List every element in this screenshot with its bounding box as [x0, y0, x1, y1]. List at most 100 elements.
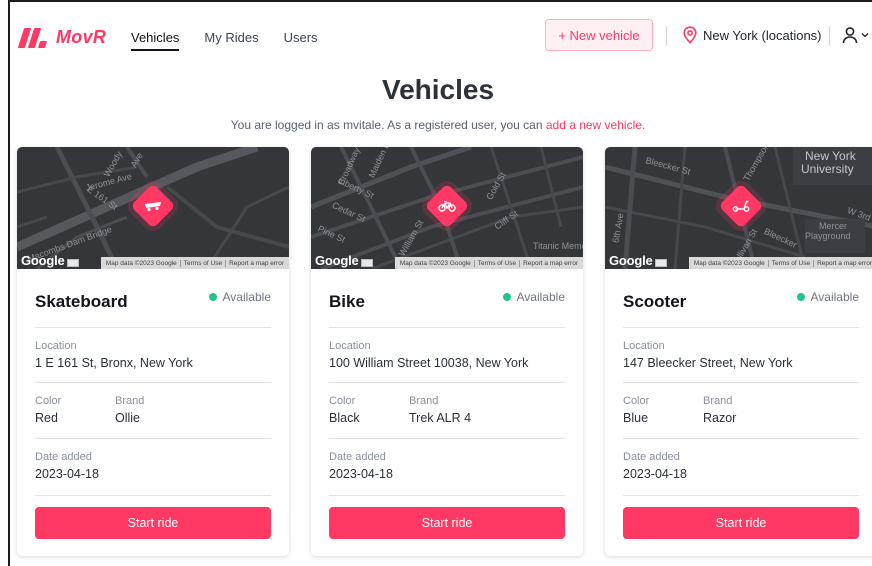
vehicle-type: Bike — [329, 292, 365, 311]
status-text: Available — [222, 290, 271, 304]
date-section: Date added 2023-04-18 — [329, 438, 565, 495]
user-icon — [842, 27, 858, 44]
status-badge: Available — [502, 290, 565, 304]
nav-vehicles[interactable]: Vehicles — [131, 30, 180, 51]
map-place-label: University — [801, 162, 854, 176]
status-dot-icon — [502, 293, 511, 301]
add-vehicle-link[interactable]: add a new vehicle. — [546, 118, 645, 132]
report-map-error-link[interactable]: Report a map error — [225, 259, 287, 267]
bicycle-icon — [438, 200, 456, 212]
skateboard-icon — [145, 202, 161, 212]
location-label: Location — [329, 340, 371, 352]
new-vehicle-button[interactable]: + New vehicle — [545, 19, 653, 51]
vehicle-card: Bleecker St Thompson New York University… — [605, 147, 872, 556]
color-label: Color — [329, 395, 356, 407]
map-data-text: Map data ©2023 Google — [105, 259, 177, 267]
date-added-value: 2023-04-18 — [329, 467, 393, 481]
page-title: Vehicles — [381, 74, 495, 105]
card-body: Scooter Available Location 147 Bleecker … — [623, 269, 859, 508]
vehicle-map[interactable]: Broadway Maiden Ln Liberty St Cedar St P… — [311, 147, 583, 269]
terms-of-use-link[interactable]: Terms of Use — [473, 259, 519, 267]
movr-logo-mark-icon — [17, 27, 48, 48]
user-menu[interactable] — [842, 26, 869, 44]
map-attribution: Map data ©2023 Google Terms of Use Repor… — [100, 257, 289, 269]
start-ride-button[interactable]: Start ride — [623, 507, 859, 539]
location-value: 1 E 161 St, Bronx, New York — [35, 356, 193, 370]
location-label: New York (locations) — [703, 27, 822, 43]
map-data-text: Map data ©2023 Google — [693, 259, 765, 267]
location-selector[interactable]: New York (locations) — [682, 26, 822, 44]
header-divider — [829, 26, 830, 46]
map-pin-icon — [683, 26, 697, 44]
brand-label: Brand — [115, 395, 145, 407]
main-nav: Vehicles My Rides Users — [131, 30, 318, 51]
location-value: 100 William Street 10038, New York — [329, 356, 529, 370]
status-badge: Available — [796, 290, 859, 304]
top-nav-bar: MovR Vehicles My Rides Users + New vehic… — [10, 2, 872, 72]
brand-label: Brand — [703, 395, 733, 407]
map-place-label: Mercer — [819, 221, 848, 231]
attributes-section: Color Red Brand Ollie — [35, 382, 271, 438]
brand-value: Trek ALR 4 — [409, 411, 472, 425]
date-section: Date added 2023-04-18 — [35, 438, 271, 495]
map-street-label: Titanic Memorial P — [533, 241, 583, 251]
location-section: Location 1 E 161 St, Bronx, New York — [35, 327, 271, 382]
date-added-label: Date added — [35, 451, 92, 463]
page-subtitle: You are logged in as mvitale. As a regis… — [10, 118, 872, 132]
card-body: Bike Available Location 100 William Stre… — [329, 269, 565, 508]
vehicle-type: Scooter — [623, 292, 687, 311]
google-logo: Google — [315, 253, 359, 268]
color-label: Color — [35, 395, 62, 407]
date-added-label: Date added — [329, 451, 386, 463]
brand-label: Brand — [409, 395, 439, 407]
location-label: Location — [623, 340, 665, 352]
keyboard-shortcuts-icon[interactable] — [655, 259, 667, 267]
scooter-icon — [732, 200, 750, 212]
card-body: Skateboard Available Location 1 E 161 St… — [35, 269, 271, 508]
status-text: Available — [516, 290, 565, 304]
start-ride-button[interactable]: Start ride — [35, 507, 271, 539]
color-value: Black — [329, 411, 360, 425]
map-data-text: Map data ©2023 Google — [399, 259, 471, 267]
location-section: Location 100 William Street 10038, New Y… — [329, 327, 565, 382]
nav-users[interactable]: Users — [284, 30, 318, 51]
keyboard-shortcuts-icon[interactable] — [67, 259, 79, 267]
date-added-label: Date added — [623, 451, 680, 463]
google-logo: Google — [21, 253, 65, 268]
movr-logo[interactable]: MovR — [17, 27, 107, 48]
brand-value: Ollie — [115, 411, 141, 425]
report-map-error-link[interactable]: Report a map error — [813, 259, 872, 267]
location-value: 147 Bleecker Street, New York — [623, 356, 793, 370]
chevron-down-icon — [861, 33, 869, 38]
keyboard-shortcuts-icon[interactable] — [361, 259, 373, 267]
header-divider — [666, 26, 667, 46]
location-label: Location — [35, 340, 77, 352]
color-label: Color — [623, 395, 650, 407]
map-place-label: New York — [805, 149, 856, 163]
terms-of-use-link[interactable]: Terms of Use — [179, 259, 225, 267]
attributes-section: Color Blue Brand Razor — [623, 382, 859, 438]
logo-text: MovR — [56, 27, 107, 47]
location-section: Location 147 Bleecker Street, New York — [623, 327, 859, 382]
vehicle-card: Broadway Maiden Ln Liberty St Cedar St P… — [311, 147, 583, 556]
color-value: Red — [35, 411, 58, 425]
vehicle-map[interactable]: Jerome Ave E 161 St Macombs Dam Bridge W… — [17, 147, 289, 269]
vehicle-type: Skateboard — [35, 292, 128, 311]
date-section: Date added 2023-04-18 — [623, 438, 859, 495]
status-text: Available — [810, 290, 859, 304]
status-dot-icon — [208, 293, 217, 301]
map-attribution: Map data ©2023 Google Terms of Use Repor… — [688, 257, 872, 269]
map-attribution: Map data ©2023 Google Terms of Use Repor… — [394, 257, 583, 269]
report-map-error-link[interactable]: Report a map error — [519, 259, 581, 267]
terms-of-use-link[interactable]: Terms of Use — [767, 259, 813, 267]
nav-my-rides[interactable]: My Rides — [204, 30, 258, 51]
color-value: Blue — [623, 411, 649, 425]
vehicle-card: Jerome Ave E 161 St Macombs Dam Bridge W… — [17, 147, 289, 556]
map-place-label: Playground — [805, 231, 851, 241]
start-ride-button[interactable]: Start ride — [329, 507, 565, 539]
date-added-value: 2023-04-18 — [623, 467, 687, 481]
subtitle-text: You are logged in as mvitale. As a regis… — [230, 118, 546, 132]
status-dot-icon — [796, 293, 805, 301]
attributes-section: Color Black Brand Trek ALR 4 — [329, 382, 565, 438]
vehicle-map[interactable]: Bleecker St Thompson New York University… — [605, 147, 872, 269]
